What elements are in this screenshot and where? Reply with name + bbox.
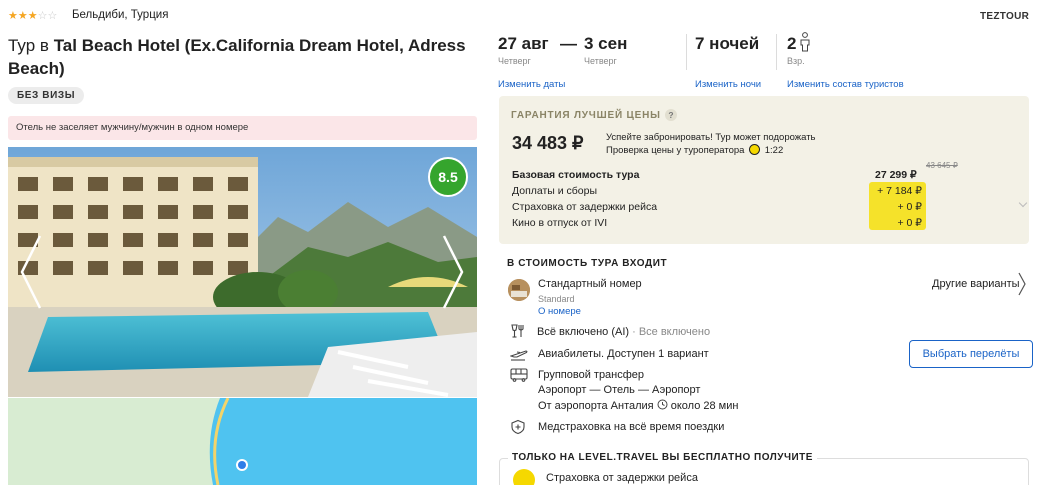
room-name: Стандартный номер	[538, 278, 642, 290]
price-check-label: Проверка цены у туроператора	[606, 145, 745, 156]
transfer-from: От аэропорта Анталия	[538, 400, 654, 412]
rating-badge: 8.5	[428, 157, 468, 197]
transfer-duration: От аэропорта Анталия около 28 мин	[538, 399, 738, 412]
transfer-route: Аэропорт — Отель — Аэропорт	[538, 384, 701, 396]
hotel-location: Бельдиби, Турция	[72, 9, 169, 21]
total-price: 34 483 ₽	[512, 133, 584, 153]
star-icon: ★	[17, 10, 28, 22]
hotel-name: Tal Beach Hotel (Ex.California Dream Hot…	[8, 36, 466, 78]
date-separator: —	[560, 34, 577, 53]
base-price-value: 27 299 ₽	[875, 169, 917, 181]
timer-icon	[749, 144, 761, 155]
cinema-value: + 0 ₽	[897, 217, 923, 229]
room-type: Standard	[538, 294, 575, 304]
price-notice: Успейте забронировать! Тур может подорож…	[606, 132, 816, 143]
change-nights-link[interactable]: Изменить ночи	[695, 79, 761, 90]
nights-count: 7 ночей	[695, 34, 760, 53]
divider	[686, 34, 687, 70]
free-benefit-item: Страховка от задержки рейса	[546, 472, 698, 484]
weekday-to: Четверг	[584, 56, 617, 66]
transfer-type: Групповой трансфер	[538, 369, 645, 381]
bus-icon	[510, 368, 528, 387]
star-empty-icon: ☆	[47, 10, 58, 22]
star-icon: ★	[27, 10, 38, 22]
meal-plan: Всё включено (AI) · Все включено	[537, 326, 710, 338]
smile-icon	[513, 469, 535, 485]
meal-plan-extra: · Все включено	[629, 326, 711, 338]
plane-icon	[509, 346, 528, 367]
star-icon: ★	[8, 10, 18, 22]
tour-operator: TEZTOUR	[980, 11, 1030, 22]
meal-icon	[510, 323, 526, 344]
weekday-from: Четверг	[498, 56, 531, 66]
price-check-timer: 1:22	[764, 145, 784, 156]
includes-title: В СТОИМОСТЬ ТУРА ВХОДИТ	[507, 258, 668, 269]
hotel-stars: ★★★☆☆	[8, 9, 57, 22]
chevron-right-icon	[442, 235, 464, 309]
date-from: 27 авг	[498, 34, 549, 53]
gallery-next-arrow[interactable]	[440, 232, 466, 317]
page-title: Тур в Tal Beach Hotel (Ex.California Dre…	[8, 34, 478, 80]
map-image	[8, 398, 477, 485]
transfer-time: около 28 мин	[670, 400, 739, 412]
hotel-photo	[8, 147, 477, 397]
person-icon	[799, 32, 811, 57]
delay-insurance-label: Страховка от задержки рейса	[512, 201, 658, 213]
shield-icon	[510, 419, 526, 440]
medical-insurance: Медстраховка на всё время поездки	[538, 421, 725, 433]
fees-value: + 7 184 ₽	[877, 185, 922, 197]
room-thumbnail	[508, 279, 530, 301]
hotel-photo-gallery[interactable]	[8, 147, 477, 397]
gallery-prev-arrow[interactable]	[18, 232, 44, 317]
price-check-notice: Проверка цены у туроператора 1:22	[606, 144, 783, 156]
clock-icon	[657, 399, 671, 412]
star-empty-icon: ☆	[37, 10, 48, 22]
adults-label: Взр.	[787, 56, 805, 66]
date-to: 3 сен	[584, 34, 628, 53]
best-price-guarantee: ГАРАНТИЯ ЛУЧШЕЙ ЦЕНЫ	[511, 110, 661, 121]
title-prefix: Тур в	[8, 36, 49, 55]
choose-flights-button[interactable]: Выбрать перелёты	[909, 340, 1033, 368]
cinema-label: Кино в отпуск от IVI	[512, 217, 608, 229]
fees-label: Доплаты и сборы	[512, 185, 598, 197]
room-details-link[interactable]: О номере	[538, 306, 581, 317]
chevron-right-icon[interactable]	[1017, 271, 1027, 302]
free-benefits-title: ТОЛЬКО НА LEVEL.TRAVEL ВЫ БЕСПЛАТНО ПОЛУ…	[508, 452, 817, 463]
flights-info: Авиабилеты. Доступен 1 вариант	[538, 348, 709, 360]
adults-count: 2	[787, 34, 797, 53]
chevron-left-icon	[20, 235, 42, 309]
change-tourists-link[interactable]: Изменить состав туристов	[787, 79, 904, 90]
other-variants-link[interactable]: Другие варианты	[932, 278, 1020, 290]
base-price-label: Базовая стоимость тура	[512, 169, 640, 181]
help-icon[interactable]: ?	[665, 109, 677, 121]
divider	[776, 34, 777, 70]
hotel-warning: Отель не заселяет мужчину/мужчин в одном…	[8, 116, 477, 140]
meal-plan-main: Всё включено (AI)	[537, 326, 630, 338]
change-dates-link[interactable]: Изменить даты	[498, 79, 565, 90]
visa-badge: БЕЗ ВИЗЫ	[8, 87, 85, 104]
delay-insurance-value: + 0 ₽	[897, 201, 923, 213]
hotel-map[interactable]	[8, 398, 477, 485]
base-price-old: 43 645 ₽	[926, 161, 958, 170]
